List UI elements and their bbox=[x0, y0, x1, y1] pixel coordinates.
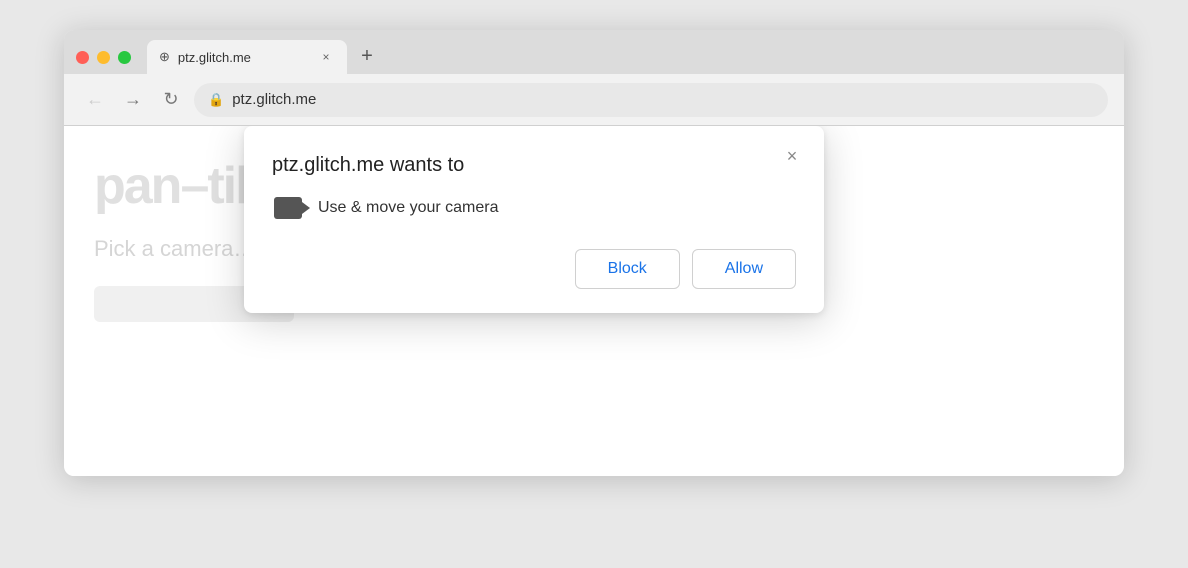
tab-close-button[interactable]: × bbox=[317, 48, 335, 66]
minimize-window-button[interactable] bbox=[97, 51, 110, 64]
active-tab[interactable]: ⊕ ptz.glitch.me × bbox=[147, 40, 347, 74]
browser-window: ⊕ ptz.glitch.me × + ← → ↻ 🔒 ptz.glitch.m… bbox=[64, 30, 1124, 476]
allow-button[interactable]: Allow bbox=[692, 249, 796, 289]
back-button[interactable]: ← bbox=[80, 85, 110, 115]
maximize-window-button[interactable] bbox=[118, 51, 131, 64]
tab-title: ptz.glitch.me bbox=[178, 50, 309, 65]
close-window-button[interactable] bbox=[76, 51, 89, 64]
block-button[interactable]: Block bbox=[575, 249, 680, 289]
lock-icon: 🔒 bbox=[208, 92, 224, 108]
address-text: ptz.glitch.me bbox=[232, 91, 316, 108]
page-background-subtext: Pick a camera… bbox=[94, 236, 255, 262]
camera-icon bbox=[274, 197, 302, 219]
dialog-actions: Block Allow bbox=[272, 249, 796, 289]
address-bar[interactable]: 🔒 ptz.glitch.me bbox=[194, 83, 1108, 117]
permission-text: Use & move your camera bbox=[318, 199, 499, 217]
page-content: pan–til Pick a camera… × ptz.glitch.me w… bbox=[64, 126, 1124, 476]
permission-dialog: × ptz.glitch.me wants to Use & move your… bbox=[244, 126, 824, 313]
page-background-title: pan–til bbox=[94, 156, 248, 216]
tab-bar: ⊕ ptz.glitch.me × + bbox=[64, 30, 1124, 74]
tab-favicon-icon: ⊕ bbox=[159, 49, 170, 65]
dialog-title: ptz.glitch.me wants to bbox=[272, 154, 796, 177]
camera-icon-wrapper bbox=[272, 197, 304, 219]
nav-bar: ← → ↻ 🔒 ptz.glitch.me bbox=[64, 74, 1124, 126]
reload-button[interactable]: ↻ bbox=[156, 85, 186, 115]
permission-row: Use & move your camera bbox=[272, 197, 796, 219]
window-controls bbox=[76, 51, 131, 64]
dialog-close-button[interactable]: × bbox=[778, 142, 806, 170]
forward-button[interactable]: → bbox=[118, 85, 148, 115]
new-tab-button[interactable]: + bbox=[351, 40, 383, 72]
